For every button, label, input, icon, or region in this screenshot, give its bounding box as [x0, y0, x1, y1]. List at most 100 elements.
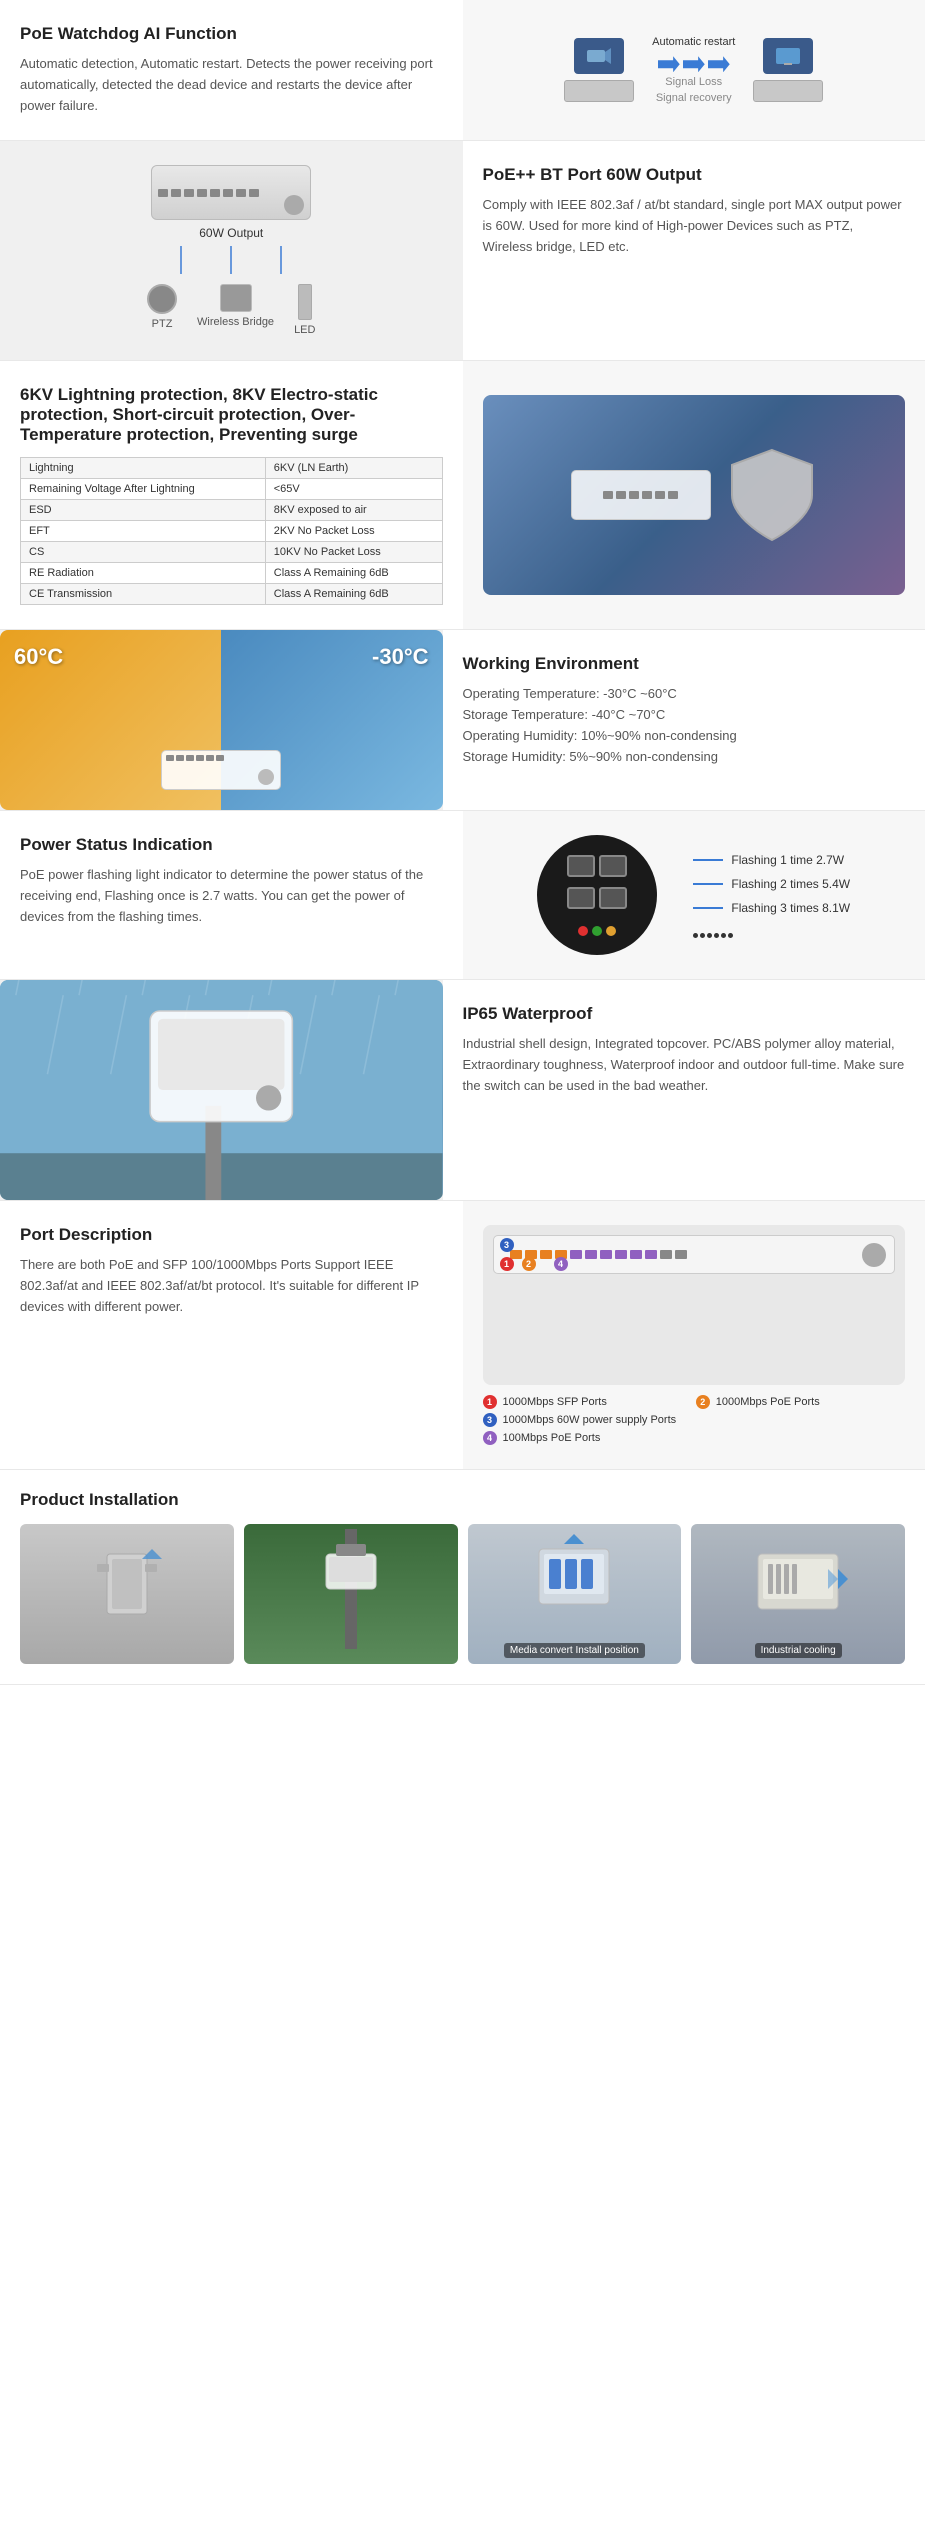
port-circle [537, 835, 657, 955]
table-row: EFT2KV No Packet Loss [21, 521, 443, 542]
restart-label: Automatic restart [652, 36, 735, 48]
port-desc-section: Port Description There are both PoE and … [0, 1201, 925, 1470]
media-svg [519, 1529, 629, 1639]
temp-visual: 60°C -30°C [0, 630, 443, 810]
legend-item-3: 3 1000Mbps 60W power supply Ports [483, 1413, 906, 1427]
connection-lines [151, 246, 311, 276]
install-image-1 [20, 1524, 234, 1664]
power-status-text: PoE power flashing light indicator to de… [20, 865, 443, 927]
shield-icon [727, 445, 817, 545]
flash-label-1: Flashing 1 time 2.7W [731, 853, 844, 867]
poe-watchdog-text: Automatic detection, Automatic restart. … [20, 54, 443, 116]
bridge-icon [220, 284, 252, 312]
product-install-section: Product Installation [0, 1470, 925, 1685]
rj45-port [567, 855, 595, 877]
table-row: CS10KV No Packet Loss [21, 542, 443, 563]
flash-dots [693, 933, 850, 938]
bridge-label: Wireless Bridge [197, 316, 274, 328]
legend-dot-4: 4 [483, 1431, 497, 1445]
poe-plus-text: Comply with IEEE 802.3af / at/bt standar… [483, 195, 906, 257]
port-device-image: 3 1 2 4 [483, 1225, 906, 1385]
port-desc-text: There are both PoE and SFP 100/1000Mbps … [20, 1255, 443, 1317]
badge-4: 4 [554, 1257, 568, 1271]
product-install-title: Product Installation [20, 1490, 905, 1510]
flash-label-2: Flashing 2 times 5.4W [731, 877, 850, 891]
poe-plus-section: 60W Output PTZ Wireless Bridge LED [0, 141, 925, 361]
poe-device-visual: 60W Output PTZ Wireless Bridge LED [147, 165, 315, 336]
flash-labels: Flashing 1 time 2.7W Flashing 2 times 5.… [693, 853, 850, 938]
hot-temp: 60°C [14, 644, 63, 670]
port-desc-left: Port Description There are both PoE and … [0, 1201, 463, 1469]
power-status-visual: Flashing 1 time 2.7W Flashing 2 times 5.… [537, 835, 850, 955]
power-status-left: Power Status Indication PoE power flashi… [0, 811, 463, 979]
legend-label-4: 100Mbps PoE Ports [503, 1432, 601, 1444]
port-legend: 1 1000Mbps SFP Ports 2 1000Mbps PoE Port… [483, 1395, 906, 1445]
lightning-visual [483, 395, 906, 595]
table-row: Lightning6KV (LN Earth) [21, 458, 443, 479]
ip65-svg [0, 980, 443, 1200]
ip65-left: IP65 Waterproof Industrial shell design,… [443, 980, 925, 1200]
working-env-section: 60°C -30°C Working Environment Operating… [0, 630, 925, 811]
table-row: CE TransmissionClass A Remaining 6dB [21, 584, 443, 605]
device-row: PTZ Wireless Bridge LED [147, 284, 315, 336]
signal-recovery-label: Signal recovery [656, 92, 732, 104]
legend-item-2: 2 1000Mbps PoE Ports [696, 1395, 905, 1409]
poe-watchdog-title: PoE Watchdog AI Function [20, 24, 443, 44]
port-desc-right: 3 1 2 4 1 1000Mbps SFP Ports 2 1000Mbps … [463, 1201, 925, 1469]
poe-watchdog-left: PoE Watchdog AI Function Automatic detec… [0, 0, 463, 140]
flash-item-1: Flashing 1 time 2.7W [693, 853, 850, 867]
legend-item-4: 4 100Mbps PoE Ports [483, 1431, 692, 1445]
table-row: Remaining Voltage After Lightning<65V [21, 479, 443, 500]
poe-watchdog-visual: Automatic restart Signal Loss Signal rec… [554, 26, 833, 114]
lightning-left: 6KV Lightning protection, 8KV Electro-st… [0, 361, 463, 629]
outdoor-svg [301, 1529, 401, 1649]
power-status-title: Power Status Indication [20, 835, 443, 855]
led-device: LED [294, 284, 315, 336]
install-images: Media convert Install position Industria… [20, 1524, 905, 1664]
working-env-title: Working Environment [463, 654, 906, 674]
install-image-2 [244, 1524, 458, 1664]
ptz-label: PTZ [152, 318, 173, 330]
protection-table: Lightning6KV (LN Earth) Remaining Voltag… [20, 457, 443, 605]
rj45-port [599, 855, 627, 877]
badge-2: 2 [522, 1257, 536, 1271]
flash-label-3: Flashing 3 times 8.1W [731, 901, 850, 915]
legend-label-3: 1000Mbps 60W power supply Ports [503, 1414, 677, 1426]
poe-watchdog-section: PoE Watchdog AI Function Automatic detec… [0, 0, 925, 141]
legend-label-1: 1000Mbps SFP Ports [503, 1396, 607, 1408]
flash-line [693, 907, 723, 909]
cold-temp: -30°C [372, 644, 428, 670]
power-status-right: Flashing 1 time 2.7W Flashing 2 times 5.… [463, 811, 925, 979]
install-image-4: Industrial cooling [691, 1524, 905, 1664]
legend-item-1: 1 1000Mbps SFP Ports [483, 1395, 692, 1409]
signal-loss-label: Signal Loss [665, 76, 722, 88]
flash-item-2: Flashing 2 times 5.4W [693, 877, 850, 891]
lightning-title: 6KV Lightning protection, 8KV Electro-st… [20, 385, 443, 445]
working-env-visual: 60°C -30°C [0, 630, 443, 810]
ip65-title: IP65 Waterproof [463, 1004, 906, 1024]
flash-line [693, 859, 723, 861]
ip65-text: Industrial shell design, Integrated topc… [463, 1034, 906, 1096]
legend-dot-1: 1 [483, 1395, 497, 1409]
badge-3: 3 [500, 1238, 514, 1252]
ip65-section: IP65 Waterproof Industrial shell design,… [0, 980, 925, 1201]
poe-watchdog-right: Automatic restart Signal Loss Signal rec… [463, 0, 925, 140]
switch-overlay [161, 750, 281, 790]
legend-label-2: 1000Mbps PoE Ports [716, 1396, 820, 1408]
install-image-3: Media convert Install position [468, 1524, 682, 1664]
output-label: 60W Output [199, 226, 263, 240]
lightning-right [463, 361, 925, 629]
ptz-device: PTZ [147, 284, 177, 336]
rj45-port [599, 887, 627, 909]
ip65-image [0, 980, 443, 1200]
media-caption: Media convert Install position [504, 1643, 645, 1658]
bridge-device: Wireless Bridge [197, 284, 274, 336]
rj45-port [567, 887, 595, 909]
legend-dot-3: 3 [483, 1413, 497, 1427]
legend-dot-2: 2 [696, 1395, 710, 1409]
working-env-text: Operating Temperature: -30°C ~60°C Stora… [463, 684, 906, 767]
table-row: RE RadiationClass A Remaining 6dB [21, 563, 443, 584]
poe-plus-title: PoE++ BT Port 60W Output [483, 165, 906, 185]
badge-1: 1 [500, 1257, 514, 1271]
ptz-icon [147, 284, 177, 314]
